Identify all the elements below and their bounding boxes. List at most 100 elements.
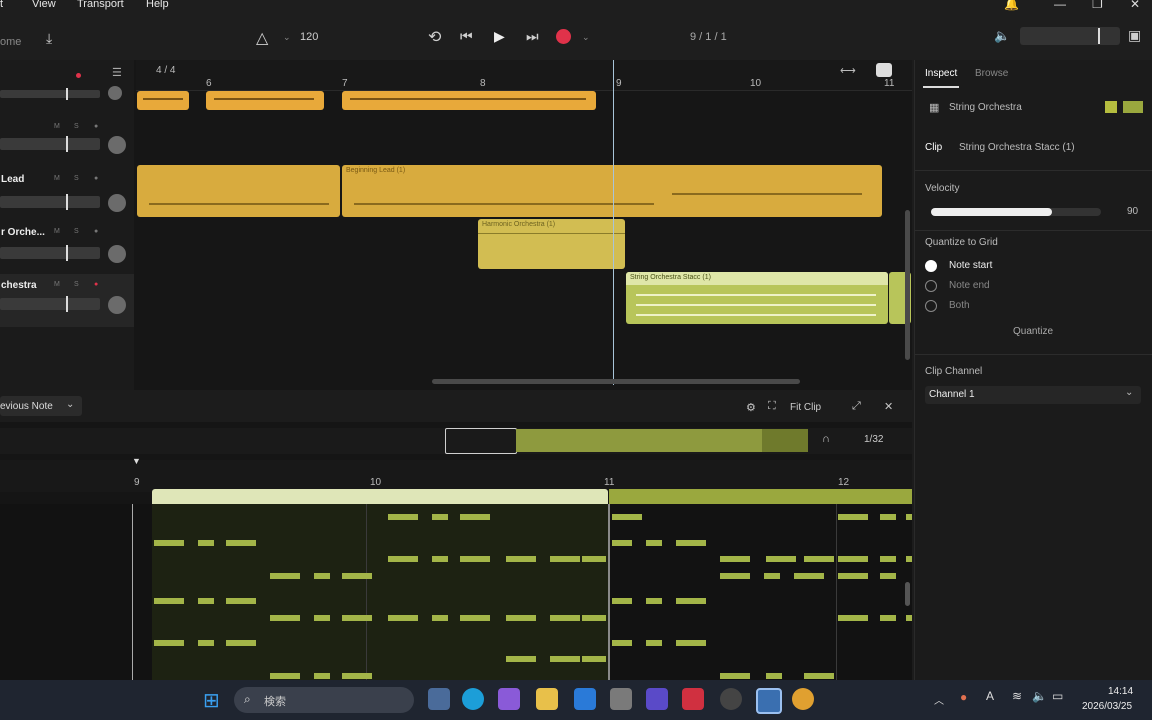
- midi-note[interactable]: [388, 615, 418, 621]
- midi-note[interactable]: [582, 656, 606, 662]
- time-signature[interactable]: 4 / 4: [156, 65, 175, 76]
- midi-note[interactable]: [342, 615, 372, 621]
- pan-knob[interactable]: [108, 245, 126, 263]
- midi-note[interactable]: [880, 514, 896, 520]
- menu-item-view[interactable]: View: [32, 0, 56, 10]
- note-grid[interactable]: [0, 504, 912, 680]
- pan-knob[interactable]: [108, 86, 122, 100]
- fit-clip-button[interactable]: Fit Clip: [790, 402, 821, 413]
- radio-both[interactable]: [925, 300, 937, 312]
- track-header-2[interactable]: M S ●: [0, 116, 134, 169]
- expand-icon[interactable]: ⤢: [852, 400, 861, 413]
- tempo-value[interactable]: 120: [300, 31, 318, 43]
- close-window-icon[interactable]: ✕: [1130, 0, 1140, 11]
- option-both[interactable]: Both: [949, 300, 970, 311]
- menu-item-transport[interactable]: Transport: [77, 0, 124, 10]
- midi-note[interactable]: [550, 615, 580, 621]
- mute-button[interactable]: M: [54, 175, 60, 182]
- midi-note[interactable]: [676, 540, 706, 546]
- clock-date[interactable]: 2026/03/25: [1082, 701, 1132, 712]
- settings-icon[interactable]: ⚙: [746, 401, 756, 414]
- midi-note[interactable]: [880, 573, 896, 579]
- midi-note[interactable]: [432, 615, 448, 621]
- app-red-icon[interactable]: [682, 688, 704, 710]
- record-button[interactable]: [556, 29, 571, 44]
- track-header-lead[interactable]: Lead M S ●: [0, 168, 134, 221]
- midi-note[interactable]: [582, 556, 606, 562]
- radio-note-end[interactable]: [925, 280, 937, 292]
- midi-note[interactable]: [342, 573, 372, 579]
- midi-note[interactable]: [612, 598, 632, 604]
- midi-note[interactable]: [766, 673, 782, 679]
- arm-button[interactable]: ●: [94, 228, 98, 235]
- editor-clip-header-next[interactable]: [609, 489, 912, 505]
- midi-note[interactable]: [270, 615, 300, 621]
- midi-note[interactable]: [766, 556, 796, 562]
- mute-button[interactable]: M: [54, 281, 60, 288]
- menu-item-edit[interactable]: t: [0, 0, 3, 10]
- fader-handle[interactable]: [66, 245, 68, 261]
- midi-note[interactable]: [388, 514, 418, 520]
- chevron-up-icon[interactable]: ︿: [934, 692, 944, 707]
- master-volume-handle[interactable]: [1098, 28, 1100, 44]
- option-note-end[interactable]: Note end: [949, 280, 990, 291]
- chevron-down-icon[interactable]: ⌄: [283, 32, 291, 43]
- midi-note[interactable]: [226, 640, 256, 646]
- playhead[interactable]: [613, 60, 614, 385]
- midi-note[interactable]: [270, 673, 300, 679]
- mute-button[interactable]: M: [54, 228, 60, 235]
- vertical-scrollbar[interactable]: [905, 210, 910, 360]
- skip-forward-icon[interactable]: ⏭: [526, 28, 539, 45]
- midi-note[interactable]: [388, 556, 418, 562]
- editor-clip-header-selected[interactable]: [152, 489, 608, 505]
- file-explorer-icon[interactable]: [536, 688, 558, 710]
- panel-toggle-icon[interactable]: ▣: [1128, 27, 1141, 44]
- midi-note[interactable]: [646, 540, 662, 546]
- midi-note[interactable]: [612, 540, 632, 546]
- track-fader[interactable]: [0, 245, 100, 261]
- midi-note[interactable]: [676, 598, 706, 604]
- master-volume-slider[interactable]: [1020, 27, 1120, 45]
- pan-knob[interactable]: [108, 136, 126, 154]
- midi-note[interactable]: [432, 514, 448, 520]
- track-header-orchestra[interactable]: r Orche... M S ●: [0, 221, 134, 274]
- midi-note[interactable]: [676, 640, 706, 646]
- solo-button[interactable]: S: [74, 175, 79, 182]
- midi-note[interactable]: [198, 598, 214, 604]
- track-menu-icon[interactable]: ☰: [112, 66, 122, 79]
- clock-time[interactable]: 14:14: [1108, 686, 1133, 697]
- track-color-swatch[interactable]: [1105, 101, 1117, 113]
- wifi-icon[interactable]: ≋: [1012, 689, 1022, 703]
- horizontal-scrollbar[interactable]: [432, 379, 800, 384]
- record-options-icon[interactable]: ⌄: [582, 32, 590, 43]
- midi-note[interactable]: [838, 573, 868, 579]
- midi-note[interactable]: [314, 615, 330, 621]
- edge-icon[interactable]: [462, 688, 484, 710]
- close-editor-icon[interactable]: ✕: [884, 400, 893, 413]
- quantize-button[interactable]: Quantize: [1013, 326, 1053, 337]
- clip-harmonic-orchestra[interactable]: Harmonic Orchestra (1): [478, 219, 625, 269]
- record-dot-icon[interactable]: [76, 73, 81, 78]
- copilot-icon[interactable]: [498, 688, 520, 710]
- volume-icon[interactable]: 🔈: [994, 28, 1010, 44]
- midi-note[interactable]: [226, 540, 256, 546]
- chrome-icon[interactable]: [792, 688, 814, 710]
- maximize-icon[interactable]: ❐: [1092, 0, 1103, 11]
- midi-note[interactable]: [804, 673, 834, 679]
- taskbar-search[interactable]: ⌕ 検索: [234, 687, 414, 713]
- radio-note-start[interactable]: [925, 260, 937, 272]
- overview-clip-next[interactable]: [762, 429, 808, 452]
- track-fader[interactable]: [0, 194, 100, 210]
- midi-note[interactable]: [506, 615, 536, 621]
- midi-note[interactable]: [198, 540, 214, 546]
- pan-knob[interactable]: [108, 296, 126, 314]
- midi-note[interactable]: [226, 598, 256, 604]
- app-icon[interactable]: [646, 688, 668, 710]
- battery-icon[interactable]: ▭: [1052, 689, 1063, 703]
- mute-button[interactable]: M: [54, 123, 60, 130]
- clip-orange-3[interactable]: [342, 91, 596, 110]
- snap-toggle-icon[interactable]: [876, 63, 892, 77]
- clip-channel-select[interactable]: Channel 1 ⌄: [925, 386, 1141, 404]
- tab-browse[interactable]: Browse: [975, 68, 1008, 79]
- previous-note-dropdown[interactable]: evious Note ⌄: [0, 396, 82, 416]
